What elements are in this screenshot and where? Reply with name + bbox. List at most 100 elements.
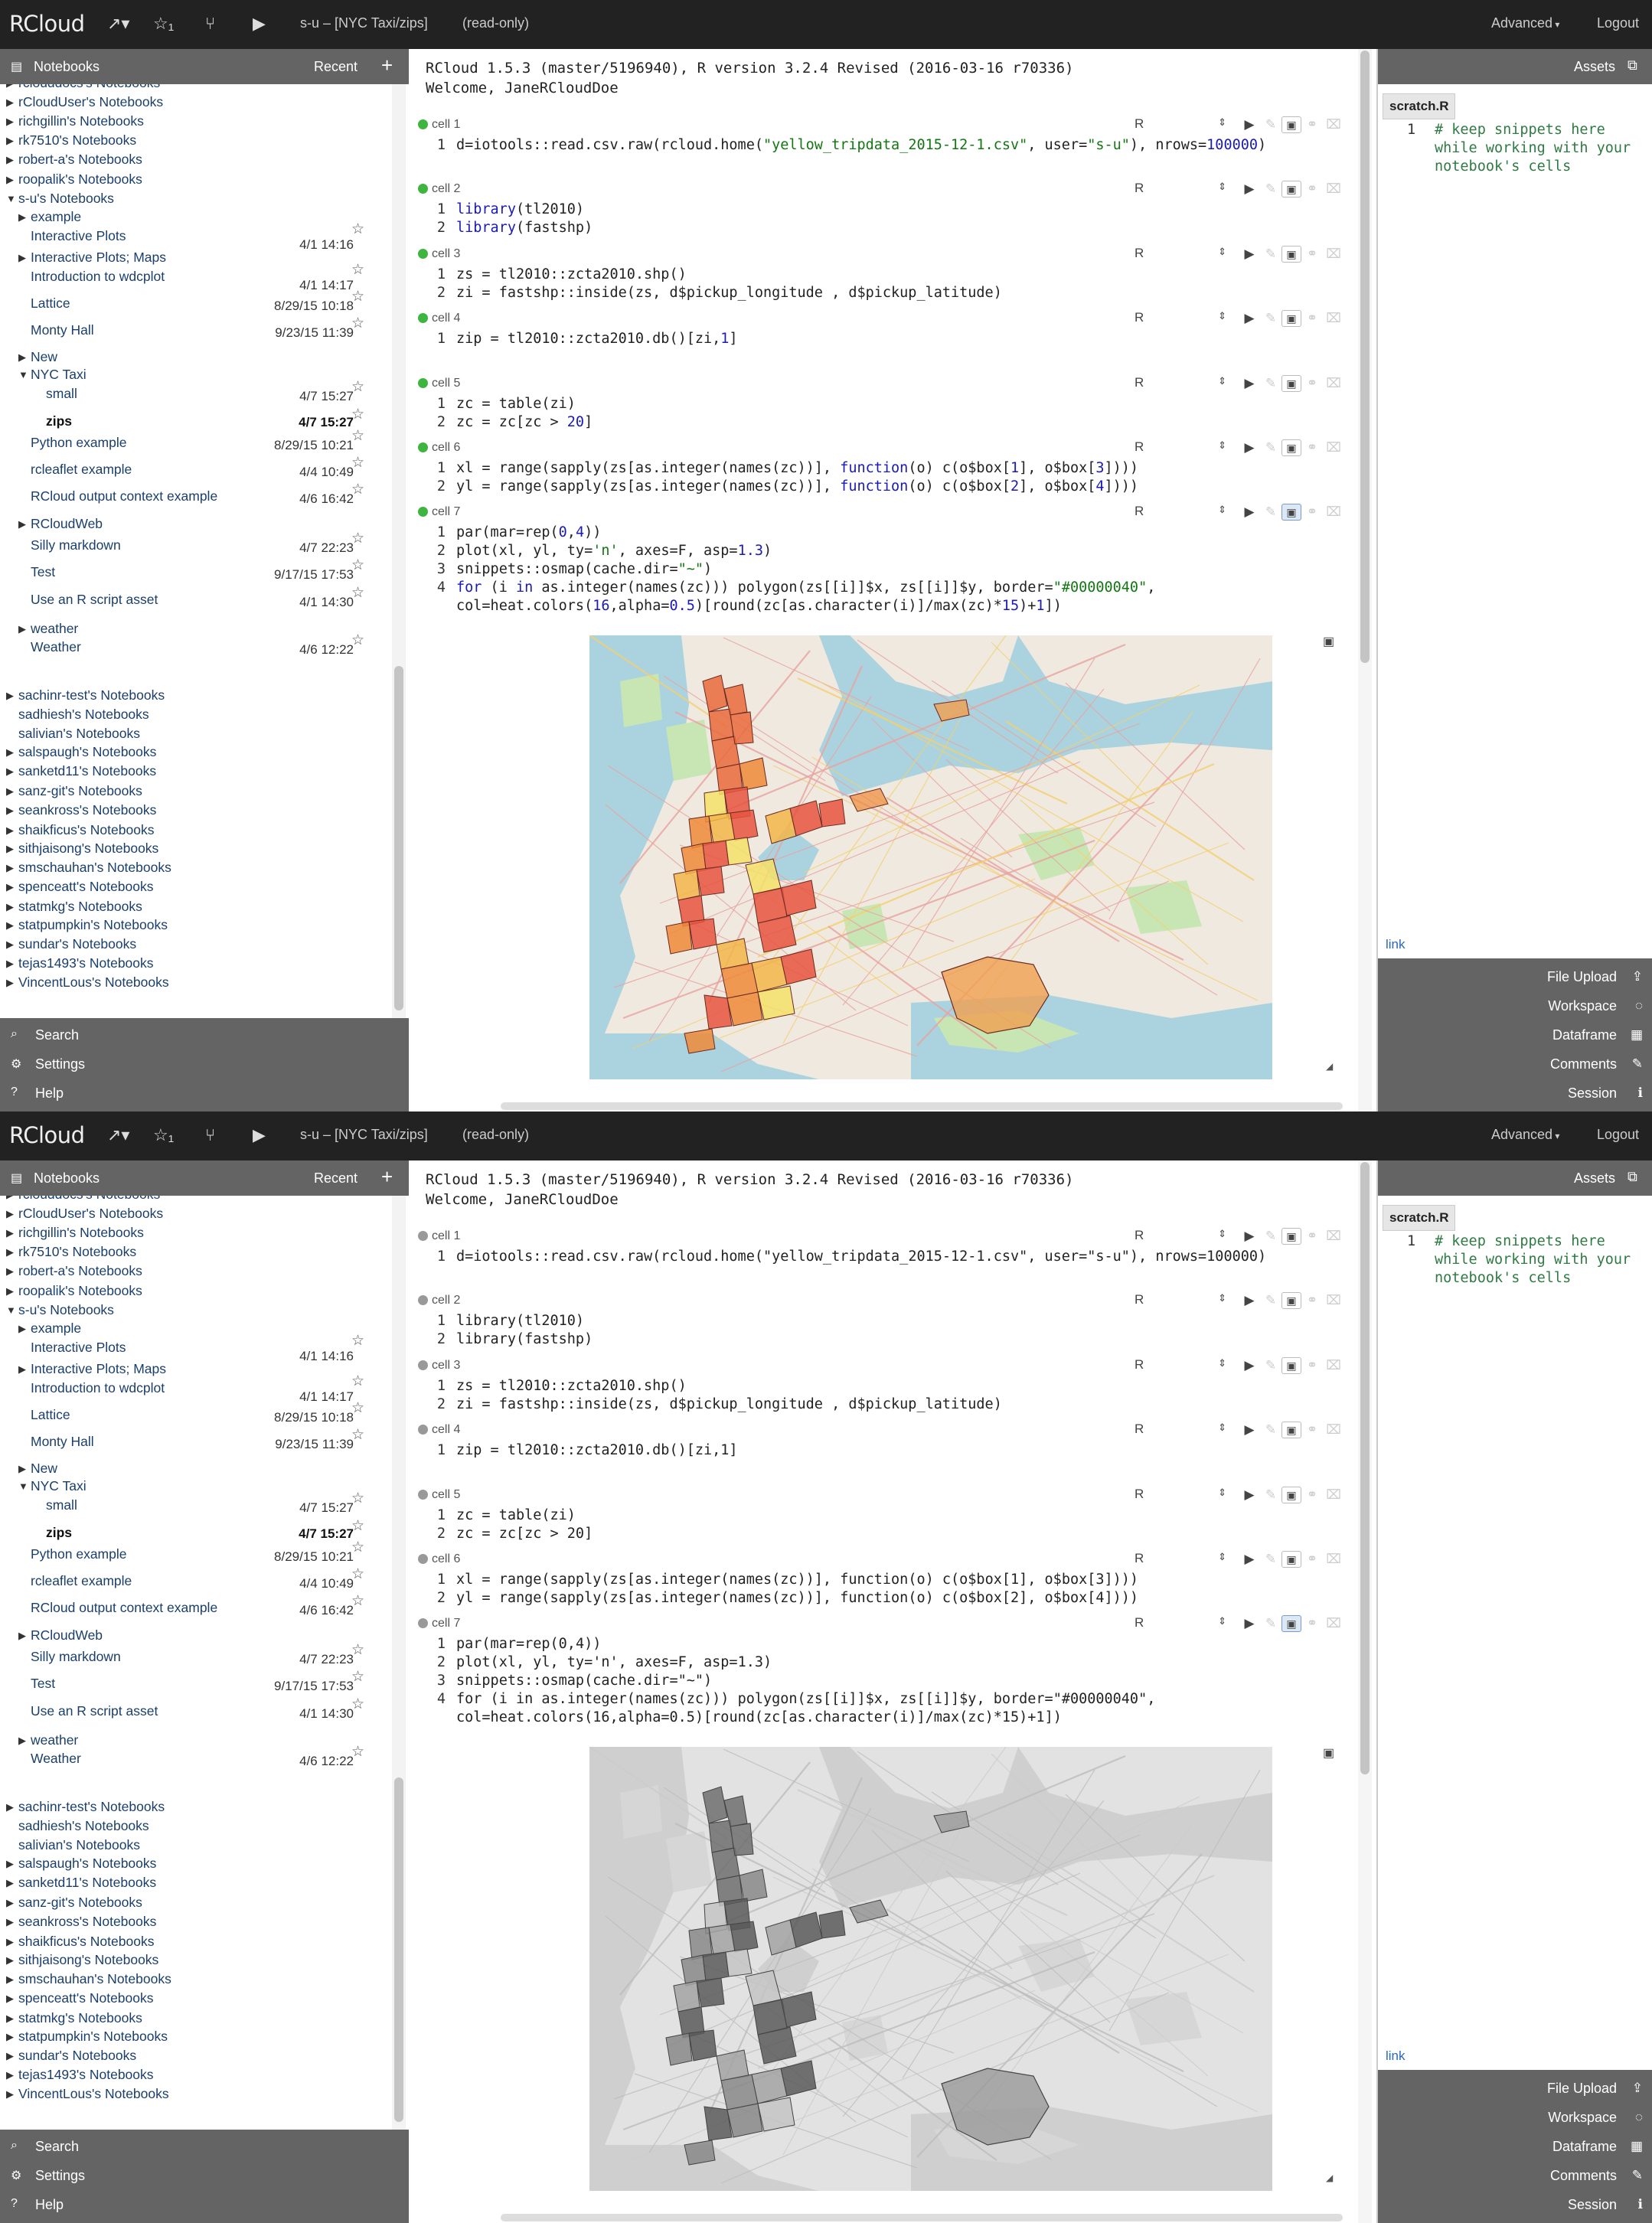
tree-item[interactable]: ▼ NYC Taxi [0, 365, 390, 384]
trash-icon[interactable]: ⌧ [1323, 504, 1344, 520]
star-icon[interactable]: ☆ [351, 481, 364, 499]
tree-item[interactable]: ▶ statpumpkin's Notebooks [0, 2027, 390, 2045]
toggle-icon[interactable]: ▶ [18, 1320, 26, 1338]
search-icon[interactable]: ⌕ [11, 2139, 18, 2153]
file-upload-link[interactable]: File Upload [1547, 2081, 1617, 2097]
tree-item[interactable]: ▶ shaikficus's Notebooks [0, 1932, 390, 1950]
split-icon[interactable]: ⚭ [1301, 1552, 1323, 1567]
tree-item[interactable]: ▶ New [0, 348, 390, 366]
save-plot-icon[interactable]: ▣ [1323, 634, 1334, 649]
share-icon[interactable]: ↗▾ [107, 1125, 129, 1145]
star-icon[interactable]: ☆ [351, 1743, 364, 1761]
star-icon[interactable]: ☆ [351, 1539, 364, 1557]
tree-item[interactable]: ▶ rclouddocs's Notebooks [0, 84, 390, 92]
tree-item[interactable]: small 4/7 15:27 ☆ [0, 1490, 390, 1515]
star-icon[interactable]: ☆ [351, 220, 364, 239]
toggle-icon[interactable]: ▶ [6, 840, 14, 858]
image-icon[interactable]: ▣ [1281, 1422, 1301, 1438]
run-icon[interactable]: ▶ [1239, 1552, 1260, 1567]
play-icon[interactable]: ▶ [253, 1125, 266, 1145]
scroll-thumb[interactable] [394, 1777, 403, 2122]
toggle-icon[interactable]: ▶ [18, 620, 26, 638]
tree-item[interactable]: ▶ richgillin's Notebooks [0, 1223, 390, 1242]
toggle-icon[interactable]: ▶ [6, 878, 14, 896]
language-select[interactable]: R ⇕ [1135, 310, 1232, 327]
edit-icon[interactable]: ✎ [1260, 1616, 1281, 1631]
tree-item[interactable]: Weather 4/6 12:22 ☆ [0, 1744, 390, 1768]
trash-icon[interactable]: ⌧ [1323, 246, 1344, 262]
play-icon[interactable]: ▶ [253, 14, 266, 34]
comments-icon[interactable]: ✎ [1632, 1056, 1643, 1072]
split-icon[interactable]: ⚭ [1301, 440, 1323, 455]
tree-item[interactable]: ▶ seankross's Notebooks [0, 801, 390, 819]
star-icon[interactable]: ☆ [351, 1696, 364, 1714]
dataframe-link[interactable]: Dataframe [1552, 1027, 1617, 1043]
tree-item[interactable]: Test 9/17/15 17:53 ☆ [0, 1669, 390, 1693]
toggle-icon[interactable]: ▶ [18, 208, 26, 227]
language-select[interactable]: R ⇕ [1135, 504, 1232, 521]
trash-icon[interactable]: ⌧ [1323, 1487, 1344, 1503]
toggle-icon[interactable]: ▶ [6, 821, 14, 840]
edit-icon[interactable]: ✎ [1260, 1422, 1281, 1438]
star-icon[interactable]: ☆ [351, 1426, 364, 1444]
split-icon[interactable]: ⚭ [1301, 1293, 1323, 1308]
fork-icon[interactable]: ⑂ [205, 14, 215, 34]
language-select[interactable]: R ⇕ [1135, 1228, 1232, 1245]
tree-item[interactable]: ▶ statmkg's Notebooks [0, 897, 390, 916]
dataframe-link[interactable]: Dataframe [1552, 2139, 1617, 2155]
tree-item[interactable]: ▶ weather [0, 1731, 390, 1749]
run-icon[interactable]: ▶ [1239, 246, 1260, 262]
star-icon[interactable]: ☆ [351, 427, 364, 446]
toggle-icon[interactable]: ▶ [6, 743, 14, 762]
tree-item[interactable]: zips 4/7 15:27 ☆ [0, 406, 390, 430]
toggle-icon[interactable]: ▶ [6, 171, 14, 189]
tree-item[interactable]: ▶ sachinr-test's Notebooks [0, 1797, 390, 1816]
image-icon[interactable]: ▣ [1281, 310, 1301, 327]
run-icon[interactable]: ▶ [1239, 117, 1260, 132]
tree-item[interactable]: ▶ rk7510's Notebooks [0, 1242, 390, 1261]
tree-item[interactable]: ▶ VincentLous's Notebooks [0, 973, 390, 991]
tree-item[interactable]: ▶ statmkg's Notebooks [0, 2009, 390, 2027]
tree-item[interactable]: ▶ salspaugh's Notebooks [0, 743, 390, 761]
copy-icon[interactable]: ⧉ [1628, 1169, 1637, 1185]
toggle-icon[interactable]: ▶ [6, 898, 14, 916]
star-icon[interactable]: ☆ [351, 261, 364, 279]
tree-item[interactable]: ▶ tejas1493's Notebooks [0, 954, 390, 972]
trash-icon[interactable]: ⌧ [1323, 1293, 1344, 1308]
tree-item[interactable]: ▶ sithjaisong's Notebooks [0, 839, 390, 857]
toggle-icon[interactable]: ▶ [18, 1732, 26, 1750]
toggle-icon[interactable]: ▶ [6, 2085, 14, 2104]
image-icon[interactable]: ▣ [1281, 1357, 1301, 1374]
split-icon[interactable]: ⚭ [1301, 1487, 1323, 1503]
recent-button[interactable]: Recent [314, 1170, 357, 1187]
tree-item[interactable]: Silly markdown 4/7 22:23 ☆ [0, 530, 390, 555]
tree-scrollbar[interactable] [392, 1196, 406, 2130]
language-select[interactable]: R ⇕ [1135, 1487, 1232, 1503]
edit-icon[interactable]: ✎ [1260, 376, 1281, 391]
star-icon[interactable]: ☆ [351, 1517, 364, 1536]
edit-icon[interactable]: ✎ [1260, 1487, 1281, 1503]
tree-item[interactable]: ▶ sundar's Notebooks [0, 2046, 390, 2065]
toggle-icon[interactable]: ▶ [18, 1627, 26, 1645]
tree-item[interactable]: ▶ rk7510's Notebooks [0, 131, 390, 149]
toggle-icon[interactable]: ▶ [6, 955, 14, 973]
tree-item[interactable]: ▶ rCloudUser's Notebooks [0, 1204, 390, 1222]
language-select[interactable]: R ⇕ [1135, 116, 1232, 133]
gear-icon[interactable]: ⚙ [11, 1056, 21, 1072]
share-icon[interactable]: ↗▾ [107, 14, 129, 34]
toggle-icon[interactable]: ▼ [18, 1477, 28, 1496]
star-icon[interactable]: ☆ [351, 632, 364, 650]
tree-item[interactable]: rcleaflet example 4/4 10:49 ☆ [0, 455, 390, 479]
image-icon[interactable]: ▣ [1281, 1292, 1301, 1309]
recent-button[interactable]: Recent [314, 59, 357, 75]
tree-item[interactable]: Interactive Plots 4/1 14:16 ☆ [0, 1333, 390, 1363]
toggle-icon[interactable]: ▶ [6, 93, 14, 112]
toggle-icon[interactable]: ▶ [6, 2028, 14, 2046]
settings-link[interactable]: Settings [35, 2168, 85, 2184]
tree-item[interactable]: ▶ RCloudWeb [0, 514, 390, 533]
tree-item[interactable]: ▶ robert-a's Notebooks [0, 150, 390, 168]
run-icon[interactable]: ▶ [1239, 440, 1260, 455]
tree-item[interactable]: Monty Hall 9/23/15 11:39 ☆ [0, 1427, 390, 1451]
star-icon[interactable]: ☆ [351, 406, 364, 424]
star-icon[interactable]: ☆ [351, 454, 364, 472]
